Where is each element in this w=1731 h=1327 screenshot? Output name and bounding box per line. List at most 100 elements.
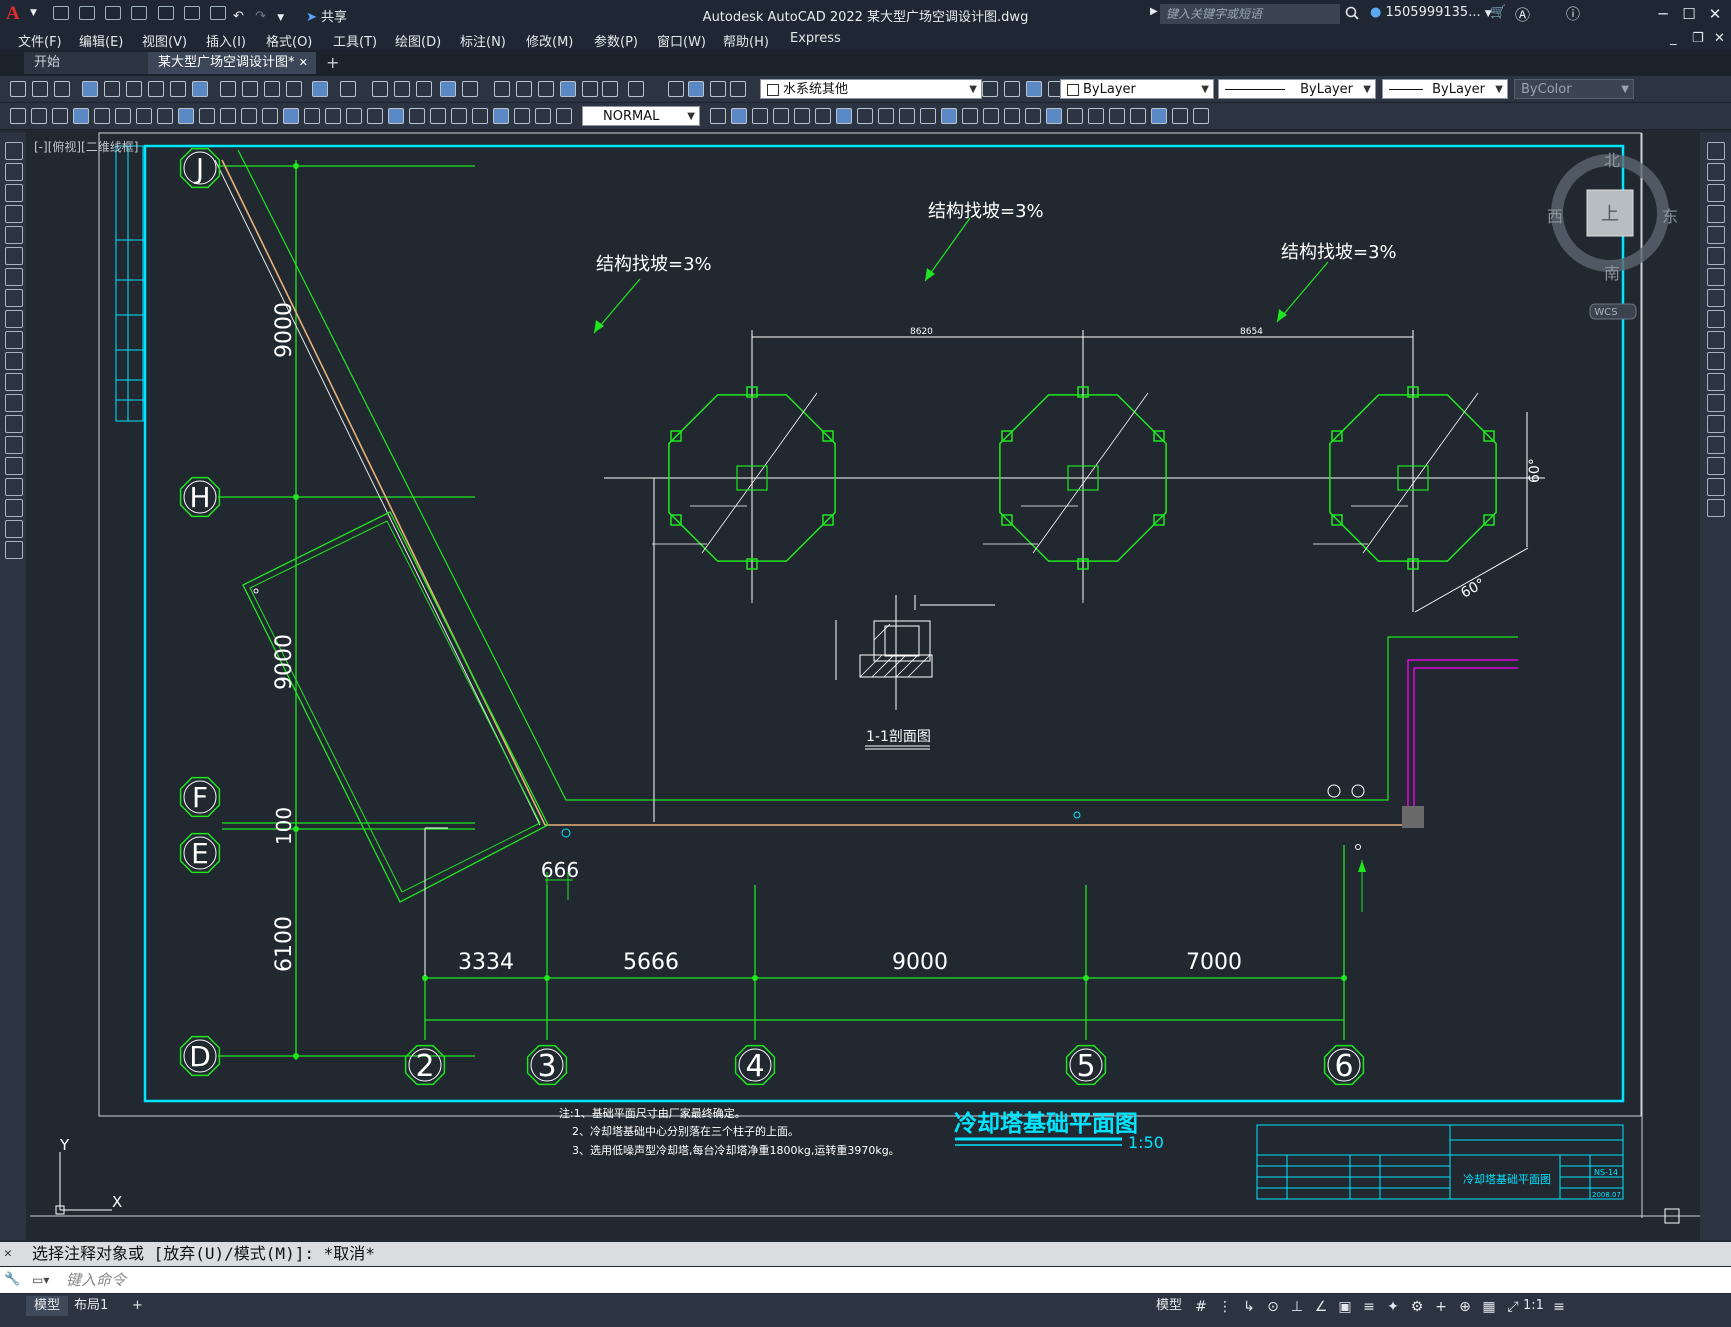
dim-tool-icon-8[interactable]: [157, 108, 173, 124]
dim-tool-icon-10[interactable]: [199, 108, 215, 124]
status-toggle-icon-13[interactable]: ▦: [1480, 1298, 1498, 1316]
status-toggle-icon-11[interactable]: +: [1432, 1298, 1450, 1316]
draw-tool-icon-2[interactable]: [5, 163, 23, 181]
annotation-scale[interactable]: 1:1: [1515, 1296, 1552, 1316]
dim-tool-icon-7[interactable]: [136, 108, 152, 124]
standard-tool-icon-5[interactable]: [104, 81, 120, 97]
draw-tool-icon-8[interactable]: [5, 289, 23, 307]
status-toggle-icon-8[interactable]: ≡: [1360, 1298, 1378, 1316]
autodesk-app-icon[interactable]: Ⓐ: [1515, 4, 1530, 25]
menu-parametric[interactable]: 参数(P): [594, 31, 638, 50]
dimstyle-combo[interactable]: NORMAL ▼: [582, 106, 700, 126]
draw-tool-icon-1[interactable]: [5, 142, 23, 160]
draw-tool-icon-5[interactable]: [5, 226, 23, 244]
draw-tool-icon-6[interactable]: [5, 247, 23, 265]
dim-tool-icon-15[interactable]: [304, 108, 320, 124]
dim-tool-icon-34[interactable]: [836, 108, 852, 124]
dim-tool-icon-1[interactable]: [10, 108, 26, 124]
viewcube-north[interactable]: 北: [1604, 151, 1620, 170]
standard-tool-icon-3[interactable]: [54, 81, 70, 97]
dim-tool-icon-16[interactable]: [325, 108, 341, 124]
modify-tool-icon-2[interactable]: [1707, 163, 1725, 181]
draw-tool-icon-20[interactable]: [5, 541, 23, 559]
redo-icon[interactable]: ↷: [255, 9, 273, 24]
standard-tool-icon-19[interactable]: [440, 81, 456, 97]
status-toggle-icon-9[interactable]: ✦: [1384, 1298, 1402, 1316]
status-toggle-icon-7[interactable]: ▣: [1336, 1298, 1354, 1316]
dim-tool-icon-41[interactable]: [983, 108, 999, 124]
dim-tool-icon-39[interactable]: [941, 108, 957, 124]
modify-tool-icon-15[interactable]: [1707, 436, 1725, 454]
draw-tool-icon-18[interactable]: [5, 499, 23, 517]
dim-tool-icon-36[interactable]: [878, 108, 894, 124]
dim-tool-icon-44[interactable]: [1046, 108, 1062, 124]
standard-tool-icon-4[interactable]: [82, 81, 98, 97]
viewcube-west[interactable]: 西: [1547, 207, 1563, 226]
add-layout-button[interactable]: +: [124, 1296, 151, 1316]
modify-tool-icon-8[interactable]: [1707, 289, 1725, 307]
dim-tool-icon-2[interactable]: [31, 108, 47, 124]
draw-tool-icon-9[interactable]: [5, 310, 23, 328]
plotstyle-combo[interactable]: ByColor ▼: [1514, 79, 1634, 99]
doc-close-button[interactable]: ✕: [1714, 31, 1725, 46]
dim-tool-icon-32[interactable]: [794, 108, 810, 124]
modify-tool-icon-3[interactable]: [1707, 184, 1725, 202]
dim-tool-icon-11[interactable]: [220, 108, 236, 124]
dim-tool-icon-51[interactable]: [1193, 108, 1209, 124]
customize-icon[interactable]: 🔧: [4, 1267, 20, 1293]
close-commandline-icon[interactable]: ✕: [4, 1242, 12, 1266]
dim-tool-icon-22[interactable]: [451, 108, 467, 124]
dim-tool-icon-21[interactable]: [430, 108, 446, 124]
dim-tool-icon-24[interactable]: [493, 108, 509, 124]
modify-tool-icon-12[interactable]: [1707, 373, 1725, 391]
color-combo[interactable]: ByLayer ▼: [1060, 79, 1214, 99]
standard-tool-icon-15[interactable]: [340, 81, 356, 97]
standard-tool-icon-32[interactable]: [982, 81, 998, 97]
menu-draw[interactable]: 绘图(D): [395, 31, 441, 50]
command-input[interactable]: 键入命令: [66, 1267, 126, 1293]
open-web-icon[interactable]: [157, 6, 174, 20]
lineweight-combo[interactable]: ByLayer ▼: [1382, 79, 1508, 99]
user-account-button[interactable]: ● 1505999135... ▼: [1370, 5, 1492, 20]
menu-format[interactable]: 格式(O): [266, 31, 312, 50]
standard-tool-icon-18[interactable]: [416, 81, 432, 97]
dim-tool-icon-12[interactable]: [241, 108, 257, 124]
dim-tool-icon-5[interactable]: [94, 108, 110, 124]
menu-express[interactable]: Express: [790, 31, 841, 46]
standard-tool-icon-30[interactable]: [710, 81, 726, 97]
maximize-window-button[interactable]: ☐: [1676, 3, 1702, 25]
save-web-icon[interactable]: [183, 6, 200, 20]
dim-tool-icon-45[interactable]: [1067, 108, 1083, 124]
dim-tool-icon-30[interactable]: [752, 108, 768, 124]
modify-tool-icon-17[interactable]: [1707, 478, 1725, 496]
menu-dimension[interactable]: 标注(N): [460, 31, 506, 50]
dim-tool-icon-38[interactable]: [920, 108, 936, 124]
standard-tool-icon-11[interactable]: [242, 81, 258, 97]
menu-file[interactable]: 文件(F): [18, 31, 62, 50]
modify-tool-icon-10[interactable]: [1707, 331, 1725, 349]
viewcube[interactable]: [1551, 154, 1669, 320]
standard-tool-icon-23[interactable]: [538, 81, 554, 97]
doc-minimize-button[interactable]: _: [1670, 31, 1677, 46]
status-toggle-icon-1[interactable]: #: [1192, 1298, 1210, 1316]
dim-tool-icon-14[interactable]: [283, 108, 299, 124]
draw-tool-icon-17[interactable]: [5, 478, 23, 496]
tab-layout1[interactable]: 布局1: [66, 1296, 116, 1316]
tab-close-icon[interactable]: ✕: [299, 52, 308, 74]
standard-tool-icon-20[interactable]: [462, 81, 478, 97]
app-menu-dropdown-icon[interactable]: ▼: [30, 8, 37, 18]
layer-combo[interactable]: 水系统其他 ▼: [760, 79, 982, 99]
viewcube-east[interactable]: 东: [1662, 207, 1678, 226]
close-window-button[interactable]: ✕: [1702, 3, 1728, 25]
standard-tool-icon-21[interactable]: [494, 81, 510, 97]
command-line[interactable]: 🔧 ▭▾ 键入命令: [0, 1267, 1731, 1293]
draw-tool-icon-12[interactable]: [5, 373, 23, 391]
modify-tool-icon-14[interactable]: [1707, 415, 1725, 433]
dim-tool-icon-3[interactable]: [52, 108, 68, 124]
standard-tool-icon-8[interactable]: [170, 81, 186, 97]
new-file-icon[interactable]: [53, 6, 69, 20]
standard-tool-icon-26[interactable]: [602, 81, 618, 97]
save-icon[interactable]: [105, 6, 122, 20]
standard-tool-icon-12[interactable]: [264, 81, 280, 97]
standard-tool-icon-2[interactable]: [32, 81, 48, 97]
